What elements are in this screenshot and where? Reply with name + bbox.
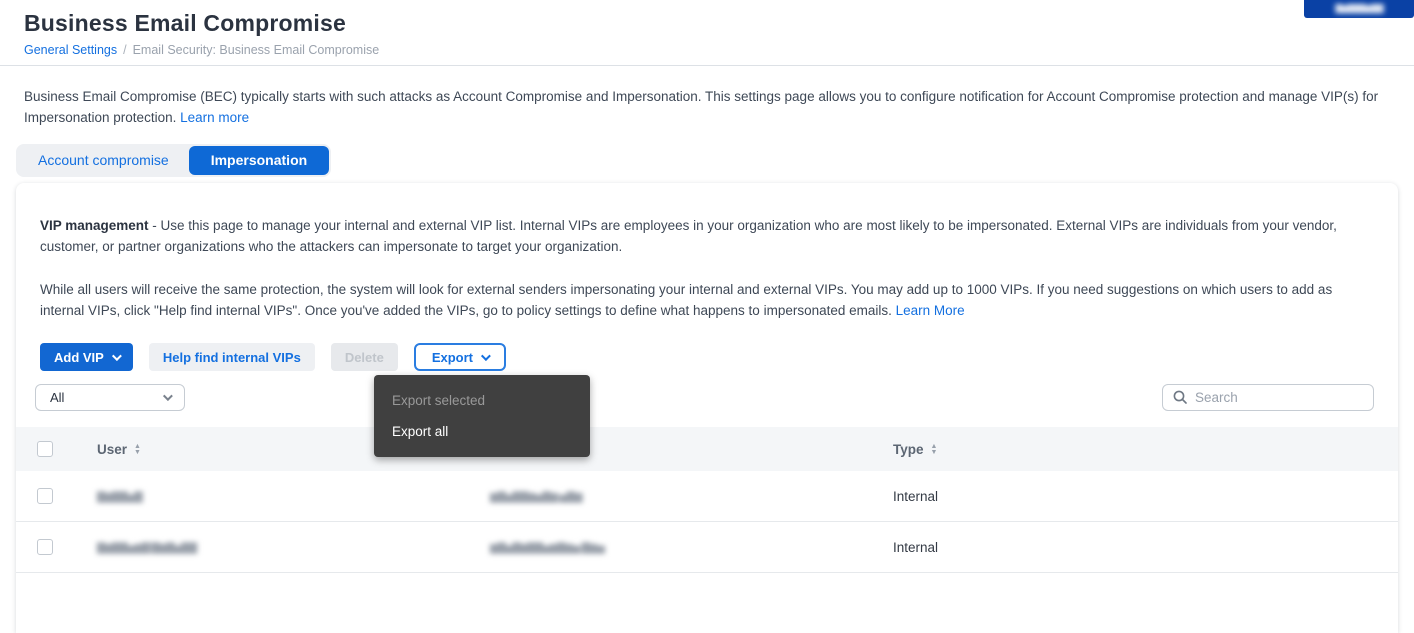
vip-paragraph-1: VIP management - Use this page to manage… <box>40 215 1370 257</box>
chevron-down-icon <box>481 351 491 361</box>
search-box[interactable] <box>1162 384 1374 411</box>
export-dropdown-menu: Export selected Export all <box>374 375 590 457</box>
column-header-type[interactable]: Type ▲▼ <box>893 442 1398 457</box>
page-header: Business Email Compromise General Settin… <box>0 0 1414 66</box>
type-filter-value: All <box>50 390 64 405</box>
row-checkbox[interactable] <box>37 539 53 555</box>
breadcrumb-separator: / <box>123 43 126 57</box>
table-row: ▇▆▇▇▅▇ ▆▇▅▇▇▆▅▇▆ ▅▇▆ Internal <box>16 471 1398 522</box>
table-row: ▇▆▇▇▅▆▇ ▇▆▇▅▇▇ ▆▇▅▇▆▇▇▅▆▇▆▅ ▇▆▅ Internal <box>16 522 1398 573</box>
chevron-down-icon <box>163 391 173 401</box>
top-right-action-button[interactable]: ▇▆▇▇▇▆▇▇ <box>1304 0 1414 18</box>
header-checkbox-cell <box>16 441 97 457</box>
row-checkbox-cell <box>16 539 97 555</box>
delete-button: Delete <box>331 343 398 371</box>
tab-account-compromise[interactable]: Account compromise <box>18 146 189 175</box>
user-type: Internal <box>893 540 1398 555</box>
redacted-button-label: ▇▆▇▇▇▆▇▇ <box>1335 3 1382 14</box>
column-header-type-label: Type <box>893 442 924 457</box>
vip-paragraph-1-text: - Use this page to manage your internal … <box>40 218 1337 254</box>
toolbar: Add VIP Help find internal VIPs Delete E… <box>16 343 1398 371</box>
menu-item-export-all[interactable]: Export all <box>374 416 590 447</box>
add-vip-button[interactable]: Add VIP <box>40 343 133 371</box>
vip-table: User ▲▼ Type ▲▼ ▇▆▇▇▅▇ ▆▇▅▇▇▆▅▇▆ ▅▇▆ Int… <box>16 427 1398 573</box>
user-email-redacted: ▆▇▅▇▆▇▇▅▆▇▆▅ ▇▆▅ <box>490 541 893 554</box>
sort-icon: ▲▼ <box>134 444 141 455</box>
tab-bar: Account compromise Impersonation <box>16 144 331 177</box>
search-icon <box>1173 390 1187 404</box>
table-header-row: User ▲▼ Type ▲▼ <box>16 427 1398 471</box>
row-checkbox[interactable] <box>37 488 53 504</box>
page-title: Business Email Compromise <box>24 10 1390 37</box>
user-email-redacted: ▆▇▅▇▇▆▅▇▆ ▅▇▆ <box>490 490 893 503</box>
filter-row: All <box>16 383 1398 411</box>
vip-paragraph-2: While all users will receive the same pr… <box>40 279 1370 321</box>
learn-more-link[interactable]: Learn more <box>180 110 249 125</box>
vip-paragraph-2-text: While all users will receive the same pr… <box>40 282 1332 318</box>
column-header-user-label: User <box>97 442 127 457</box>
user-name-redacted: ▇▆▇▇▅▇ <box>97 490 490 503</box>
vip-heading: VIP management <box>40 218 149 233</box>
sort-icon: ▲▼ <box>931 444 938 455</box>
type-filter-select[interactable]: All <box>35 384 185 411</box>
add-vip-label: Add VIP <box>54 350 104 365</box>
user-type: Internal <box>893 489 1398 504</box>
export-button[interactable]: Export <box>414 343 506 371</box>
user-name-redacted: ▇▆▇▇▅▆▇ ▇▆▇▅▇▇ <box>97 541 490 554</box>
delete-label: Delete <box>345 350 384 365</box>
tab-impersonation[interactable]: Impersonation <box>189 146 329 175</box>
learn-more-link-2[interactable]: Learn More <box>896 303 965 318</box>
export-label: Export <box>432 350 473 365</box>
search-input[interactable] <box>1195 390 1355 405</box>
help-find-label: Help find internal VIPs <box>163 350 301 365</box>
help-find-internal-vips-button[interactable]: Help find internal VIPs <box>149 343 315 371</box>
breadcrumb: General Settings / Email Security: Busines… <box>24 43 1390 57</box>
select-all-checkbox[interactable] <box>37 441 53 457</box>
breadcrumb-link-general-settings[interactable]: General Settings <box>24 43 117 57</box>
impersonation-panel: VIP management - Use this page to manage… <box>16 183 1398 633</box>
intro-description: Business Email Compromise (BEC) typicall… <box>0 66 1414 128</box>
vip-management-description: VIP management - Use this page to manage… <box>16 215 1398 321</box>
menu-item-export-selected: Export selected <box>374 385 590 416</box>
breadcrumb-current: Email Security: Business Email Compromis… <box>133 43 380 57</box>
chevron-down-icon <box>112 351 122 361</box>
row-checkbox-cell <box>16 488 97 504</box>
